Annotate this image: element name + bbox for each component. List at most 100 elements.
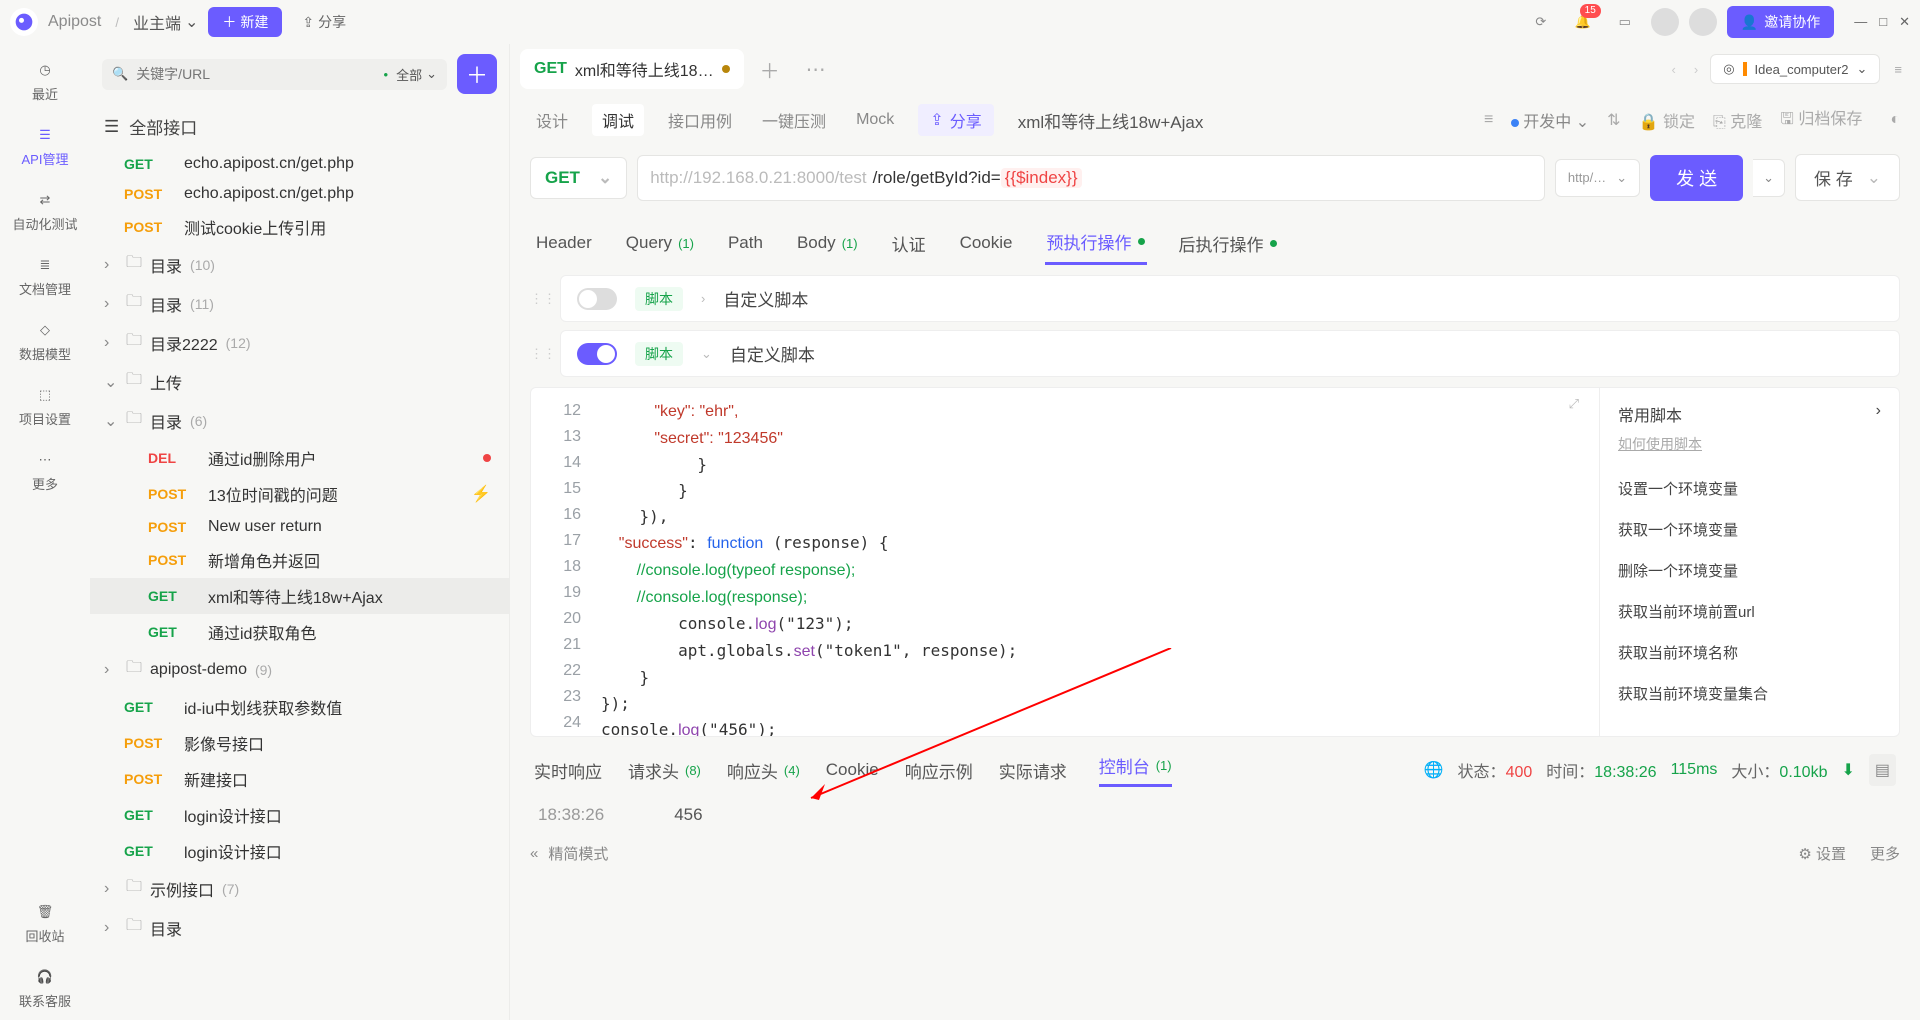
rt-auth[interactable]: 认证 xyxy=(890,221,928,265)
tab-next[interactable]: › xyxy=(1688,62,1704,77)
rail-recent[interactable]: ◷最近 xyxy=(10,52,80,113)
lock-btn[interactable]: 🔒 锁定 xyxy=(1639,108,1695,132)
rail-support[interactable]: 🎧联系客服 xyxy=(10,959,80,1020)
api-item[interactable]: POST新增角色并返回 xyxy=(90,542,509,578)
api-item[interactable]: POST影像号接口 xyxy=(90,725,509,761)
inbox-icon[interactable]: ▭ xyxy=(1609,6,1641,38)
chevron-right-icon[interactable]: › xyxy=(1876,402,1881,426)
folder-row[interactable]: ›🗀apipost-demo (9) xyxy=(90,650,509,689)
env-picker[interactable]: ◎ Idea_computer2 ⌄ xyxy=(1710,54,1880,84)
script1-name[interactable]: 自定义脚本 xyxy=(723,286,808,311)
resp-reqh[interactable]: 请求头(8) xyxy=(628,758,701,783)
sub-design[interactable]: 设计 xyxy=(530,104,574,136)
search-input[interactable] xyxy=(136,66,375,82)
footer-more[interactable]: 更多 xyxy=(1870,843,1900,864)
help-icon[interactable]: ◐ xyxy=(1890,111,1900,129)
download-icon[interactable]: ⬇ xyxy=(1841,760,1854,780)
minimize-icon[interactable]: — xyxy=(1854,14,1867,30)
snips-hint[interactable]: 如何使用脚本 xyxy=(1618,434,1881,454)
invite-button[interactable]: 👤 邀请协作 xyxy=(1727,6,1834,38)
url-input[interactable]: http://192.168.0.21:8000/test /role/getB… xyxy=(637,155,1545,201)
sub-mock[interactable]: Mock xyxy=(850,107,900,133)
archive-btn[interactable]: 🖫 归档保存 xyxy=(1780,105,1862,135)
rail-api[interactable]: ☰API管理 xyxy=(10,117,80,178)
rt-post[interactable]: 后执行操作 xyxy=(1177,221,1279,265)
avatar-2[interactable] xyxy=(1689,8,1717,36)
api-item[interactable]: POST新建接口 xyxy=(90,761,509,797)
script2-toggle[interactable] xyxy=(577,343,617,365)
search-box[interactable]: 🔍 • 全部 ⌄ xyxy=(102,59,447,90)
api-item[interactable]: POST13位时间戳的问题⚡ xyxy=(90,476,509,512)
script2-name[interactable]: 自定义脚本 xyxy=(730,341,815,366)
rt-header[interactable]: Header xyxy=(534,221,594,265)
drag-handle-icon[interactable]: ⋮⋮ xyxy=(530,346,550,362)
snippet-item[interactable]: 获取当前环境名称 xyxy=(1618,632,1881,673)
folder-row[interactable]: ›🗀目录2222 (12) xyxy=(90,323,509,362)
api-item[interactable]: GETid-iu中划线获取参数值 xyxy=(90,689,509,725)
clone-btn[interactable]: ⎘ 克隆 xyxy=(1713,108,1762,132)
api-item[interactable]: POSTecho.apipost.cn/get.php xyxy=(90,179,509,209)
code-editor[interactable]: 12131415161718192021222324 "key": "ehr",… xyxy=(530,387,1900,737)
rt-cookie[interactable]: Cookie xyxy=(958,221,1015,265)
search-filter[interactable]: 全部 ⌄ xyxy=(396,65,437,84)
script1-toggle[interactable] xyxy=(577,288,617,310)
method-select[interactable]: GET⌄ xyxy=(530,157,627,199)
resp-cookie[interactable]: Cookie xyxy=(826,760,879,780)
collapse-icon[interactable]: « xyxy=(530,845,538,862)
env-settings-icon[interactable]: ≡ xyxy=(1886,62,1910,77)
rail-trash[interactable]: 🗑回收站 xyxy=(10,894,80,955)
api-item[interactable]: POSTNew user return xyxy=(90,512,509,542)
avatar-1[interactable] xyxy=(1651,8,1679,36)
snippet-item[interactable]: 删除一个环境变量 xyxy=(1618,550,1881,591)
snippet-item[interactable]: 设置一个环境变量 xyxy=(1618,468,1881,509)
workspace-crumb[interactable]: 业主端 ⌄ xyxy=(133,10,198,34)
folder-row[interactable]: ⌄🗀上传 xyxy=(90,362,509,401)
resp-resph[interactable]: 响应头(4) xyxy=(727,758,800,783)
resp-sample[interactable]: 响应示例 xyxy=(905,758,973,783)
tab-more[interactable]: ⋯ xyxy=(796,57,836,82)
sub-cases[interactable]: 接口用例 xyxy=(662,104,738,136)
tab-current[interactable]: GET xml和等待上线18… xyxy=(520,49,744,89)
folder-row[interactable]: ›🗀目录 (11) xyxy=(90,284,509,323)
protocol-select[interactable]: http/… ⌄ xyxy=(1555,159,1640,197)
send-button[interactable]: 发 送 xyxy=(1650,155,1743,201)
save-button[interactable]: 保 存⌄ xyxy=(1795,154,1900,201)
resp-live[interactable]: 实时响应 xyxy=(534,758,602,783)
sync-icon[interactable]: ⟳ xyxy=(1525,6,1557,38)
sub-debug[interactable]: 调试 xyxy=(592,104,644,136)
footer-mode[interactable]: 精简模式 xyxy=(548,843,608,864)
maximize-icon[interactable]: □ xyxy=(1879,14,1887,30)
status-dev[interactable]: 开发中 ⌄ xyxy=(1511,108,1589,132)
resp-console[interactable]: 控制台(1) xyxy=(1099,753,1172,787)
footer-settings[interactable]: ⚙ 设置 xyxy=(1798,843,1846,864)
rt-query[interactable]: Query(1) xyxy=(624,221,696,265)
drag-handle-icon[interactable]: ⋮⋮ xyxy=(530,291,550,307)
expand-icon[interactable]: ⤢ xyxy=(1569,396,1579,412)
code-body[interactable]: "key": "ehr", "secret": "123456" } } }),… xyxy=(591,388,1599,736)
folder-row[interactable]: ›🗀示例接口 (7) xyxy=(90,869,509,908)
all-apis-header[interactable]: ☰ 全部接口 xyxy=(90,104,509,149)
rail-proj[interactable]: ⬚项目设置 xyxy=(10,377,80,438)
tab-prev[interactable]: ‹ xyxy=(1666,62,1682,77)
new-button[interactable]: ＋ 新建 xyxy=(208,7,282,37)
tab-add[interactable]: ＋ xyxy=(750,55,790,84)
sub-share[interactable]: ⇪ 分享 xyxy=(918,104,993,136)
add-api-button[interactable]: ＋ xyxy=(457,54,497,94)
notifications-icon[interactable]: 🔔15 xyxy=(1567,6,1599,38)
rt-path[interactable]: Path xyxy=(726,221,765,265)
api-item[interactable]: GET通过id获取角色 xyxy=(90,614,509,650)
api-item[interactable]: POST测试cookie上传引用 xyxy=(90,209,509,245)
close-icon[interactable]: ✕ xyxy=(1899,14,1910,30)
rail-docs[interactable]: ≣文档管理 xyxy=(10,247,80,308)
snippet-item[interactable]: 获取一个环境变量 xyxy=(1618,509,1881,550)
layout-toggle[interactable]: ▤ xyxy=(1869,754,1896,786)
snippet-item[interactable]: 获取当前环境变量集合 xyxy=(1618,673,1881,714)
share-button-top[interactable]: ⇪ 分享 xyxy=(292,7,356,37)
folder-row[interactable]: ›🗀目录 (10) xyxy=(90,245,509,284)
resp-actual[interactable]: 实际请求 xyxy=(999,758,1073,783)
rt-body[interactable]: Body(1) xyxy=(795,221,860,265)
api-item[interactable]: GETlogin设计接口 xyxy=(90,797,509,833)
send-split[interactable]: ⌄ xyxy=(1753,159,1785,197)
columns-icon[interactable]: ≡ xyxy=(1484,111,1493,129)
folder-row[interactable]: ›🗀目录 xyxy=(90,908,509,947)
